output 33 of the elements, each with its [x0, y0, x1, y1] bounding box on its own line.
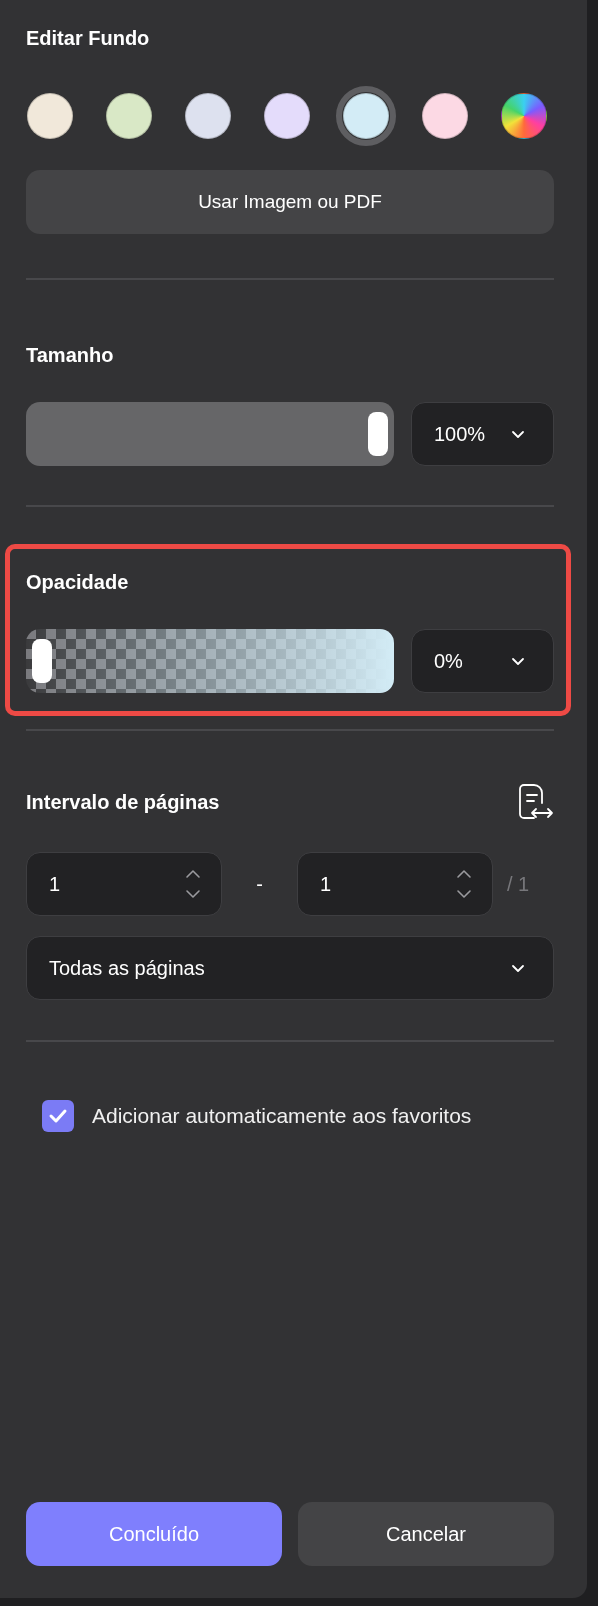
percent-dropdown[interactable]: 0% — [411, 629, 554, 693]
use-image-button[interactable]: Usar Imagem ou PDF — [26, 170, 554, 234]
color-swatch[interactable] — [106, 93, 152, 139]
slider-thumb[interactable] — [368, 412, 388, 456]
size-slider[interactable] — [26, 402, 394, 466]
color-swatch[interactable] — [343, 93, 389, 139]
chevron-down-icon — [511, 656, 525, 666]
page-swap-icon[interactable] — [518, 783, 554, 821]
cancel-button[interactable]: Cancelar — [298, 1502, 554, 1566]
color-swatch[interactable] — [27, 93, 73, 139]
number-field[interactable]: 1 — [26, 852, 222, 916]
range-separator: - — [255, 872, 264, 896]
spinner-icon[interactable] — [456, 869, 472, 899]
page-total: / 1 — [507, 872, 530, 896]
chevron-down-icon — [511, 963, 525, 973]
number-field[interactable]: 1 — [297, 852, 493, 916]
color-swatch[interactable] — [422, 93, 468, 139]
check-icon — [48, 1108, 68, 1124]
section-title: Opacidade — [26, 570, 130, 595]
color-swatch[interactable] — [185, 93, 231, 139]
section-title: Editar Fundo — [26, 26, 151, 51]
section-title: Intervalo de páginas — [26, 790, 220, 815]
section-title: Tamanho — [26, 343, 115, 368]
color-swatch[interactable] — [264, 93, 310, 139]
opacity-slider[interactable] — [26, 629, 394, 693]
slider-thumb[interactable] — [32, 639, 52, 683]
checkbox[interactable] — [42, 1100, 74, 1132]
percent-dropdown[interactable]: 100% — [411, 402, 554, 466]
color-wheel-swatch[interactable] — [501, 93, 547, 139]
page-scope-dropdown[interactable]: Todas as páginas — [26, 936, 554, 1000]
checkbox-label: Adicionar automaticamente aos favoritos — [92, 1104, 472, 1128]
spinner-icon[interactable] — [185, 869, 201, 899]
chevron-down-icon — [511, 429, 525, 439]
